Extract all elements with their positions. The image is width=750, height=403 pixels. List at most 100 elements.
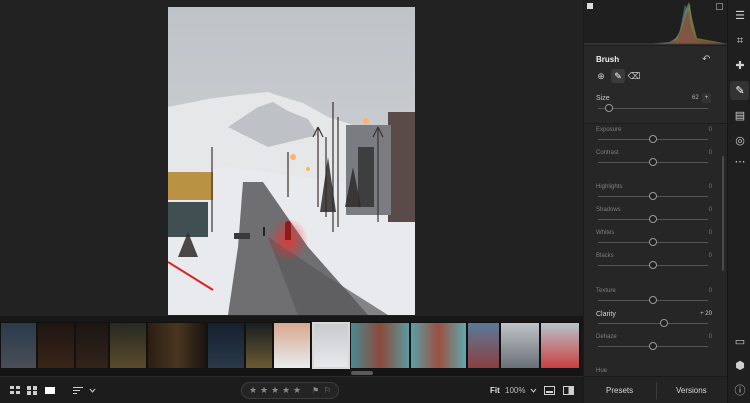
brush-tool-icon[interactable]: ✎: [611, 69, 625, 83]
grid-view-icon[interactable]: [10, 386, 20, 395]
rating-star-5[interactable]: ★: [293, 385, 301, 396]
more-icon[interactable]: ⋯: [734, 156, 746, 168]
slider-label: Whites: [596, 230, 615, 236]
detail-view-icon[interactable]: [45, 386, 55, 395]
before-after-icon[interactable]: [563, 386, 574, 395]
slider-row-clarity: Clarity + 20: [584, 308, 728, 331]
sliders-icon[interactable]: ☰: [734, 10, 746, 22]
presets-tab[interactable]: Presets: [606, 386, 633, 395]
rating-star-4[interactable]: ★: [282, 385, 290, 396]
sort-icon[interactable]: [73, 386, 83, 395]
histogram-graph: [584, 2, 728, 45]
radial-gradient-icon[interactable]: ◎: [734, 135, 746, 147]
filmstrip-thumbnail[interactable]: [273, 322, 311, 369]
shadow-clipping-toggle[interactable]: [587, 3, 593, 9]
bottom-toolbar: ★ ★ ★ ★ ★ ⚑ ⚐ Fit 100%: [0, 376, 583, 403]
linear-gradient-icon[interactable]: ▤: [734, 110, 746, 122]
rating-star-2[interactable]: ★: [260, 385, 268, 396]
size-options-button[interactable]: +: [702, 93, 711, 103]
crop-icon[interactable]: ⌗: [734, 35, 746, 47]
slider-row-blacks: Blacks 0: [584, 250, 728, 273]
photo-canvas[interactable]: [0, 0, 583, 316]
slider-knob[interactable]: [649, 342, 657, 350]
slider-value[interactable]: 0: [709, 127, 712, 133]
slider-value[interactable]: 0: [709, 253, 712, 259]
histogram: [584, 0, 728, 46]
filmstrip-thumbnail-selected[interactable]: [312, 322, 350, 369]
slider-track[interactable]: [598, 323, 708, 324]
slider-knob[interactable]: [649, 192, 657, 200]
slider-knob[interactable]: [649, 135, 657, 143]
slider-label: Highlights: [596, 184, 623, 190]
size-value[interactable]: 62: [692, 95, 699, 101]
slider-row-hue: Hue: [584, 365, 728, 376]
slider-label: Blacks: [596, 253, 614, 259]
flag-icon[interactable]: ⚑: [312, 386, 319, 395]
slider-row-shadows: Shadows 0: [584, 204, 728, 227]
filmstrip-thumbnail[interactable]: [540, 322, 580, 369]
filmstrip-thumbnail[interactable]: [500, 322, 540, 369]
filmstrip-thumbnail[interactable]: [0, 322, 37, 369]
panel-footer: Presets Versions: [584, 376, 728, 403]
rating-star-3[interactable]: ★: [271, 385, 279, 396]
slider-value[interactable]: 0: [709, 184, 712, 190]
slider-value[interactable]: 0: [709, 230, 712, 236]
filmstrip-thumbnail[interactable]: [350, 322, 410, 369]
filmstrip-thumbnail[interactable]: [75, 322, 109, 369]
add-brush-icon[interactable]: ⊕: [594, 69, 608, 83]
filmstrip-thumbnail[interactable]: [147, 322, 207, 369]
zoom-chevron-icon[interactable]: [530, 386, 537, 395]
highlight-clipping-toggle[interactable]: [716, 3, 723, 10]
slider-knob[interactable]: [660, 319, 668, 327]
edit-panel: Brush ↶ ⊕ ✎ ⌫ Size 62 + Exposure 0 Contras…: [583, 0, 728, 403]
slider-knob[interactable]: [649, 261, 657, 269]
healing-icon[interactable]: ✚: [734, 60, 746, 72]
filmstrip-thumbnail[interactable]: [37, 322, 75, 369]
comment-icon[interactable]: ▭: [734, 336, 746, 348]
square-grid-view-icon[interactable]: [27, 386, 37, 395]
photo-preview[interactable]: [168, 7, 415, 315]
tool-rail: ☰ ⌗ ✚ ✎ ▤ ◎ ⋯ ▭ ⬢ ⓘ: [727, 0, 750, 403]
slider-value[interactable]: 0: [709, 334, 712, 340]
size-label: Size: [596, 95, 610, 102]
slider-value[interactable]: 0: [709, 207, 712, 213]
filmstrip-thumbnail[interactable]: [245, 322, 273, 369]
tag-icon[interactable]: ⬢: [734, 360, 746, 372]
slider-knob[interactable]: [649, 158, 657, 166]
filmstrip-thumbnail[interactable]: [410, 322, 467, 369]
size-slider-track[interactable]: [598, 108, 708, 109]
slider-value[interactable]: 0: [709, 150, 712, 156]
slider-knob[interactable]: [649, 238, 657, 246]
slider-label: Hue: [596, 368, 608, 374]
zoom-fit-button[interactable]: Fit: [490, 386, 500, 395]
filmstrip[interactable]: [0, 316, 583, 376]
eraser-icon[interactable]: ⌫: [627, 69, 641, 83]
slider-row-exposure: Exposure 0: [584, 124, 728, 147]
filmstrip-scroll-thumb[interactable]: [351, 371, 373, 375]
filmstrip-thumbnail[interactable]: [467, 322, 500, 369]
zoom-100-button[interactable]: 100%: [505, 386, 525, 395]
panel-scrollbar[interactable]: [722, 156, 724, 271]
slider-value[interactable]: + 20: [700, 311, 712, 317]
info-icon[interactable]: ⓘ: [734, 385, 746, 397]
reject-flag-icon[interactable]: ⚐: [324, 386, 331, 395]
chevron-down-icon[interactable]: [89, 386, 96, 395]
slider-row-dehaze: Dehaze 0: [584, 331, 728, 354]
slider-value[interactable]: 0: [709, 288, 712, 294]
panel-title: Brush: [596, 55, 620, 64]
size-slider-knob[interactable]: [605, 104, 613, 112]
slider-knob[interactable]: [649, 296, 657, 304]
versions-tab[interactable]: Versions: [676, 386, 707, 395]
undo-icon[interactable]: ↶: [702, 54, 710, 65]
compare-icon[interactable]: [544, 386, 555, 395]
rating-star-1[interactable]: ★: [249, 385, 257, 396]
brush-icon[interactable]: ✎: [734, 85, 746, 97]
slider-row-contrast: Contrast 0: [584, 147, 728, 170]
slider-label: Shadows: [596, 207, 621, 213]
slider-knob[interactable]: [649, 215, 657, 223]
adjustment-sliders: Exposure 0 Contrast 0 Highlights 0 Shadows 0 Whi…: [584, 124, 728, 376]
slider-label: Contrast: [596, 150, 619, 156]
filmstrip-thumbnail[interactable]: [207, 322, 245, 369]
filmstrip-thumbnail[interactable]: [109, 322, 147, 369]
slider-label: Exposure: [596, 127, 622, 133]
